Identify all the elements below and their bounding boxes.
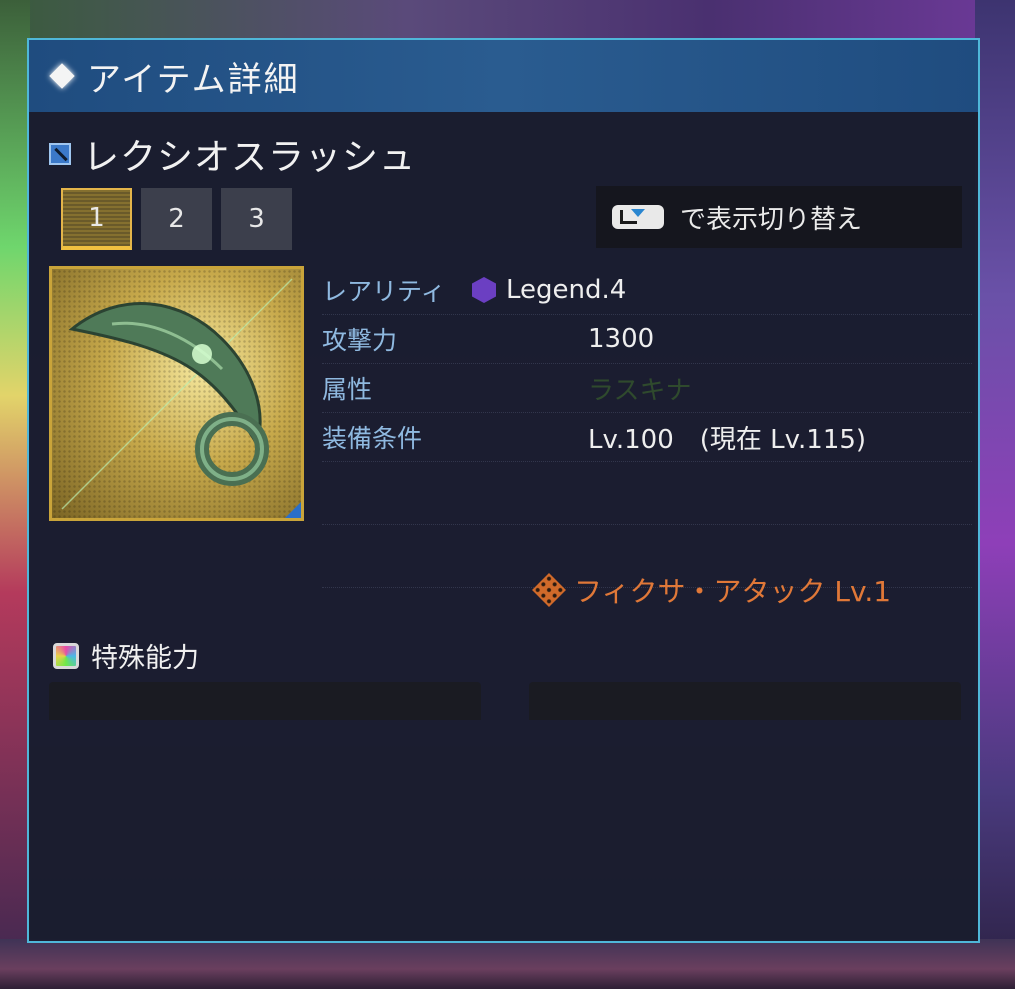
special-ability-header: 特殊能力 [53, 636, 199, 675]
blade-weapon-icon [61, 278, 293, 510]
potential: フィクサ・アタック Lv.1 [532, 570, 892, 610]
diamond-icon [49, 63, 75, 89]
background-right [975, 0, 1015, 989]
panel-header: アイテム詳細 [29, 40, 978, 112]
element-value: ラスキナ [588, 375, 692, 406]
controller-key-icon [612, 205, 664, 229]
background-top [0, 0, 1015, 40]
item-detail-panel: アイテム詳細 レクシオスラッシュ 1 2 3 で表示切り替え レアリティ Leg… [27, 38, 980, 943]
item-stats: レアリティ Legend.4 攻撃力 1300 属性 ラスキナ 装備条件 Lv.… [322, 266, 972, 588]
switch-hint-text: で表示切り替え [680, 204, 863, 235]
stat-row-requirement: 装備条件 Lv.100 (現在 Lv.115) [322, 413, 972, 462]
attack-value: 1300 [588, 324, 655, 354]
item-name: レクシオスラッシュ [83, 137, 417, 178]
special-ability-title: 特殊能力 [91, 643, 199, 674]
corner-mark [285, 502, 301, 518]
ability-slot [529, 682, 961, 720]
requirement-value: Lv.100 (現在 Lv.115) [588, 424, 867, 455]
ability-slot [49, 682, 481, 720]
panel-title: アイテム詳細 [87, 59, 300, 100]
item-image [49, 266, 304, 521]
gem-icon [472, 277, 496, 303]
tab-1[interactable]: 1 [61, 188, 132, 250]
tab-2[interactable]: 2 [141, 188, 212, 250]
rarity-value: Legend.4 [506, 275, 627, 305]
potential-text: フィクサ・アタック Lv.1 [574, 575, 892, 608]
item-name-row: レクシオスラッシュ [49, 128, 416, 180]
stat-row-empty [322, 462, 972, 525]
rarity-value-group: Legend.4 [472, 275, 626, 305]
attack-label: 攻撃力 [322, 326, 398, 355]
background-bottom [0, 939, 1015, 989]
special-ability-icon [53, 642, 79, 669]
background-left [0, 0, 30, 989]
weapon-type-icon [49, 143, 71, 165]
stat-row-attack: 攻撃力 1300 [322, 315, 972, 364]
potential-icon [532, 573, 566, 607]
element-label: 属性 [322, 375, 373, 404]
tab-3[interactable]: 3 [221, 188, 292, 250]
stat-row-rarity: レアリティ Legend.4 [322, 266, 972, 315]
item-tabs: 1 2 3 [61, 188, 292, 250]
display-switch-hint[interactable]: で表示切り替え [596, 186, 962, 248]
requirement-label: 装備条件 [322, 424, 423, 453]
stat-row-element: 属性 ラスキナ [322, 364, 972, 413]
